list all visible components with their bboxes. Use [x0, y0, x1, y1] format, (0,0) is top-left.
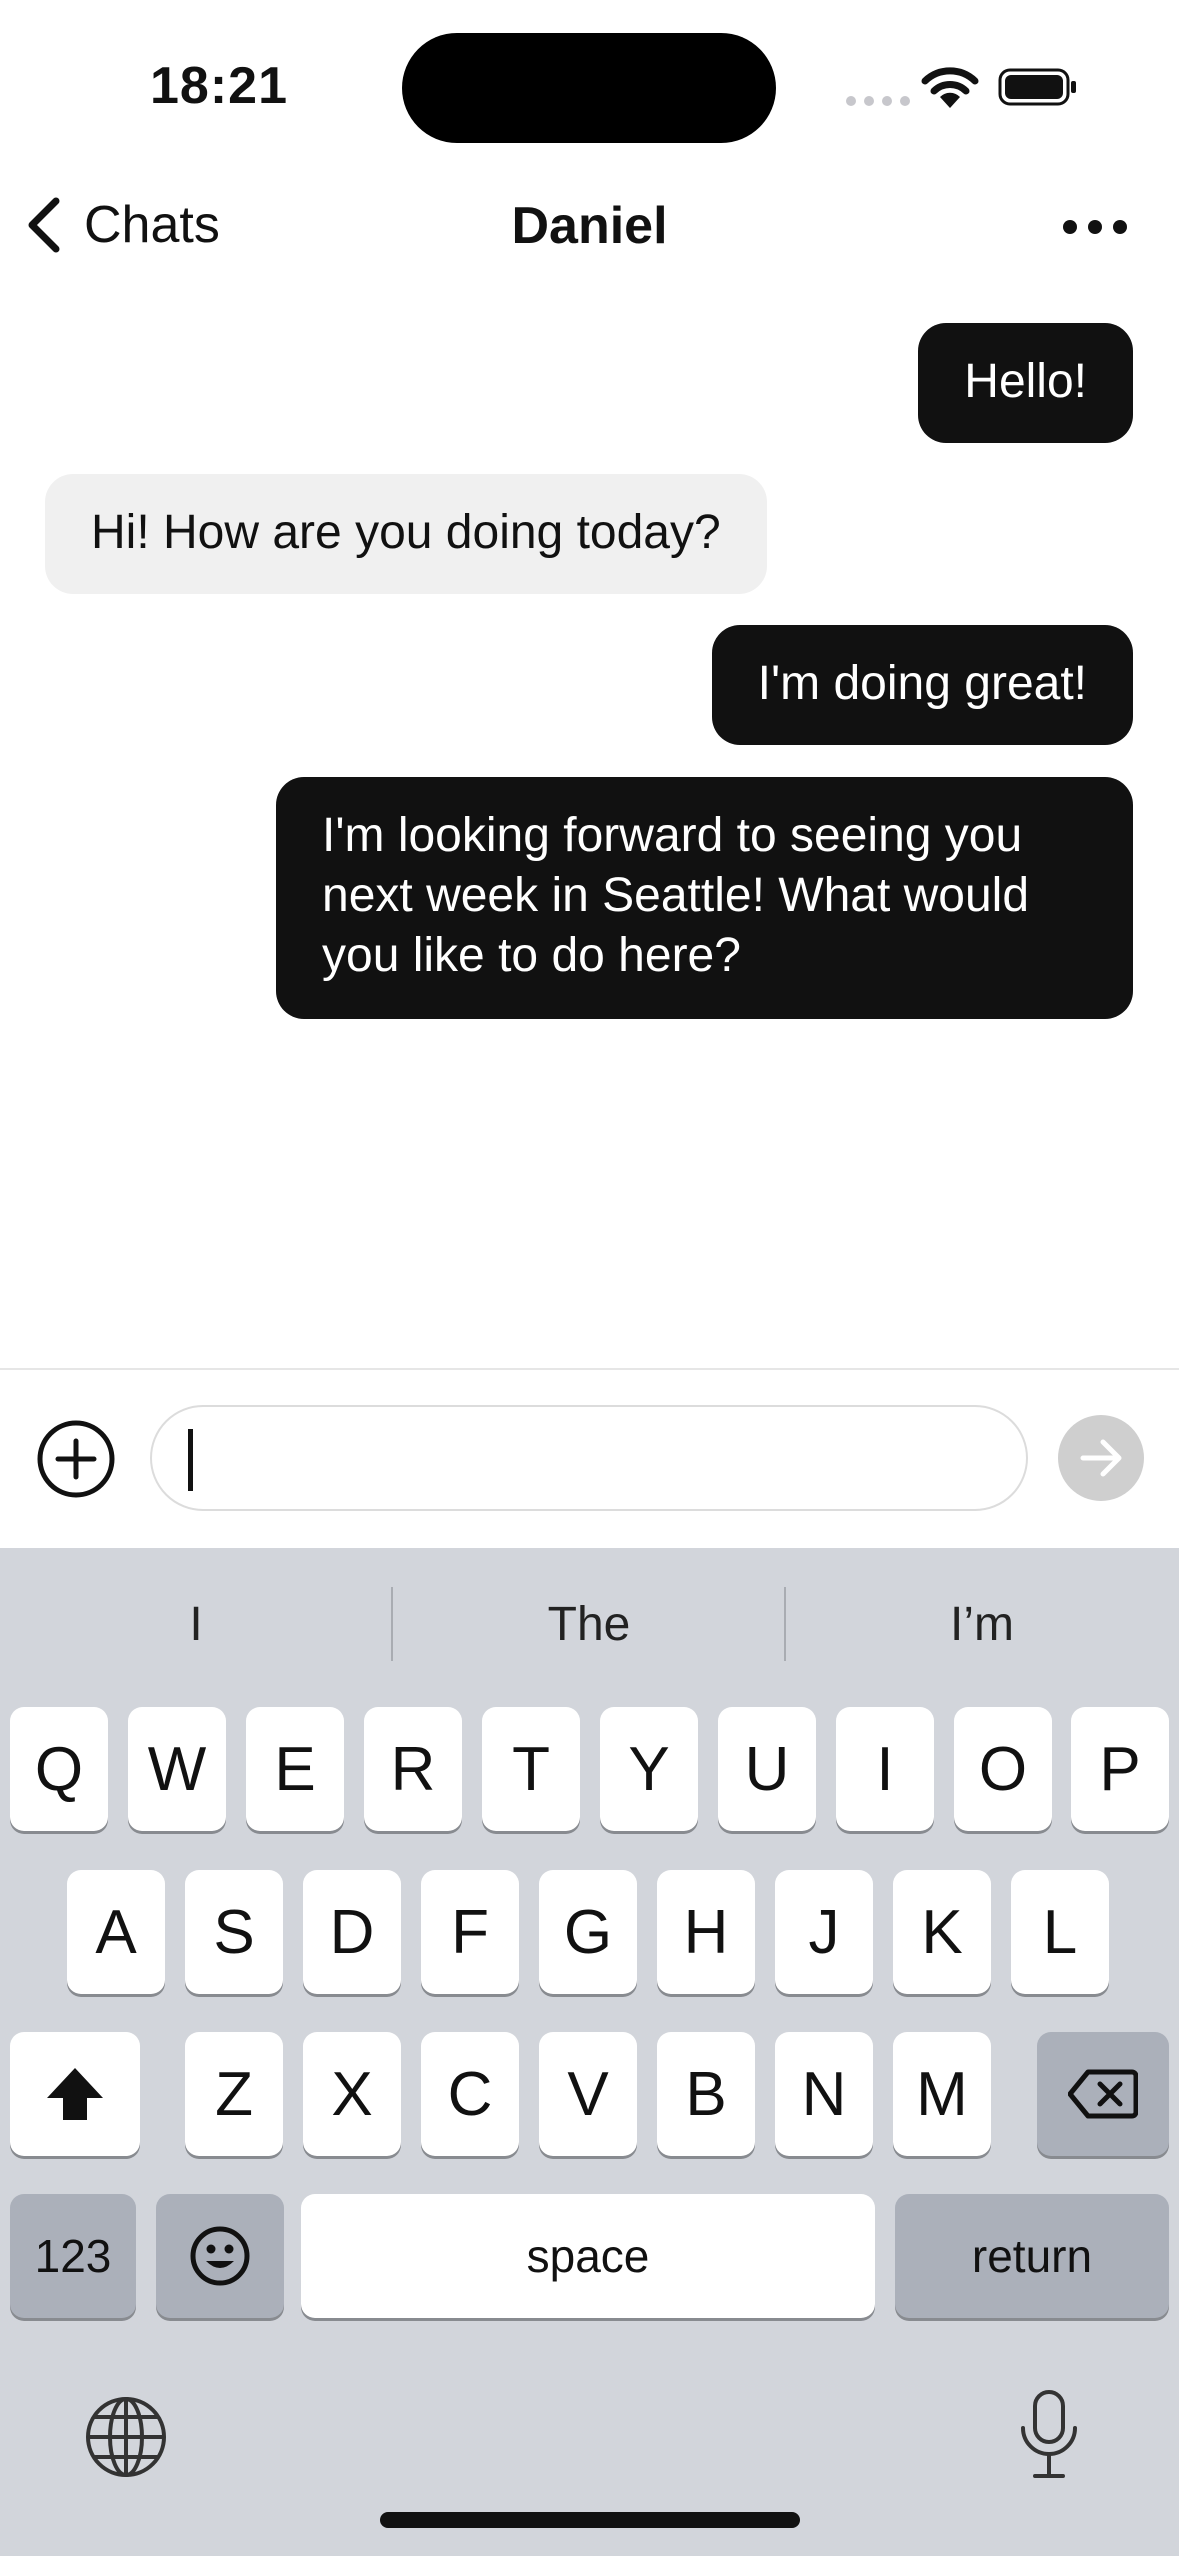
status-time: 18:21	[150, 57, 288, 115]
suggestion-3[interactable]: I’m	[786, 1548, 1178, 1700]
add-attachment-button[interactable]	[36, 1419, 116, 1499]
key-j[interactable]: J	[775, 1870, 873, 1994]
emoji-key[interactable]	[156, 2194, 284, 2318]
key-z[interactable]: Z	[185, 2032, 283, 2156]
message-bubble-outgoing: I'm doing great!	[711, 625, 1133, 745]
key-n[interactable]: N	[775, 2032, 873, 2156]
key-o[interactable]: O	[954, 1707, 1052, 1831]
text-cursor	[188, 1429, 193, 1491]
more-options-button[interactable]	[1063, 218, 1127, 236]
page-title: Daniel	[511, 197, 668, 255]
key-s[interactable]: S	[185, 1870, 283, 1994]
battery-icon	[998, 68, 1076, 106]
suggestion-2[interactable]: The	[393, 1548, 785, 1700]
key-m[interactable]: M	[893, 2032, 991, 2156]
globe-icon[interactable]	[84, 2395, 168, 2479]
home-indicator[interactable]	[380, 2512, 800, 2528]
cellular-signal-icon	[846, 96, 910, 106]
key-w[interactable]: W	[128, 1707, 226, 1831]
send-button[interactable]	[1058, 1415, 1144, 1501]
key-r[interactable]: R	[364, 1707, 462, 1831]
more-icon	[1063, 220, 1077, 234]
message-input[interactable]	[150, 1405, 1028, 1511]
return-key[interactable]: return	[895, 2194, 1169, 2318]
delete-key[interactable]	[1037, 2032, 1169, 2156]
key-f[interactable]: F	[421, 1870, 519, 1994]
space-key[interactable]: space	[301, 2194, 875, 2318]
key-v[interactable]: V	[539, 2032, 637, 2156]
key-y[interactable]: Y	[600, 1707, 698, 1831]
key-e[interactable]: E	[246, 1707, 344, 1831]
key-p[interactable]: P	[1071, 1707, 1169, 1831]
key-d[interactable]: D	[303, 1870, 401, 1994]
key-h[interactable]: H	[657, 1870, 755, 1994]
key-x[interactable]: X	[303, 2032, 401, 2156]
key-u[interactable]: U	[718, 1707, 816, 1831]
message-bubble-outgoing: I'm looking forward to seeing you next w…	[276, 777, 1133, 1019]
key-g[interactable]: G	[539, 1870, 637, 1994]
message-bubble-outgoing: Hello!	[918, 323, 1133, 443]
shift-icon	[47, 2068, 103, 2120]
key-i[interactable]: I	[836, 1707, 934, 1831]
key-b[interactable]: B	[657, 2032, 755, 2156]
key-a[interactable]: A	[67, 1870, 165, 1994]
key-t[interactable]: T	[482, 1707, 580, 1831]
key-q[interactable]: Q	[10, 1707, 108, 1831]
emoji-icon	[190, 2226, 250, 2286]
message-bubble-incoming: Hi! How are you doing today?	[45, 474, 767, 594]
shift-key[interactable]	[10, 2032, 140, 2156]
key-c[interactable]: C	[421, 2032, 519, 2156]
microphone-icon[interactable]	[1016, 2388, 1082, 2480]
dynamic-island	[402, 33, 776, 143]
key-l[interactable]: L	[1011, 1870, 1109, 1994]
key-k[interactable]: K	[893, 1870, 991, 1994]
suggestion-1[interactable]: I	[0, 1548, 392, 1700]
numbers-key[interactable]: 123	[10, 2194, 136, 2318]
backspace-icon	[1068, 2069, 1138, 2119]
wifi-icon	[921, 67, 979, 108]
arrow-right-icon	[1080, 1439, 1122, 1477]
composer-divider	[0, 1368, 1179, 1370]
